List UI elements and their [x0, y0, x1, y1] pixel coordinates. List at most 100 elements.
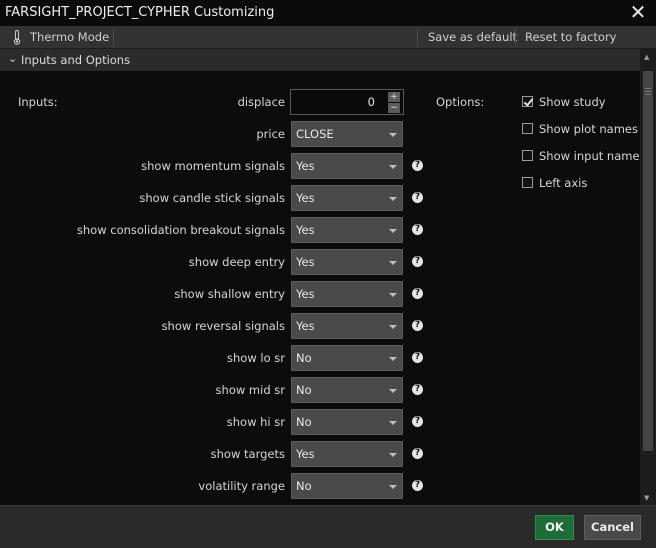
- dropdown-value: Yes: [296, 447, 315, 461]
- show-consolidation-breakout-signals-dropdown[interactable]: Yes: [291, 217, 403, 243]
- option-label: Show study: [539, 95, 606, 109]
- input-row-show-targets: show targets Yes?: [0, 441, 430, 467]
- option-label: Left axis: [539, 176, 588, 190]
- input-label: show reversal signals: [161, 319, 285, 333]
- show-reversal-signals-dropdown[interactable]: Yes: [291, 313, 403, 339]
- title-bar: FARSIGHT_PROJECT_CYPHER Customizing ✕: [0, 0, 656, 26]
- dropdown-caret-icon: [389, 293, 397, 297]
- input-label: volatility range: [198, 479, 285, 493]
- dropdown-value: Yes: [296, 191, 315, 205]
- help-icon[interactable]: ?: [412, 416, 423, 427]
- toolbar: Thermo Mode Save as default Reset to fac…: [0, 26, 656, 67]
- save-as-default-button[interactable]: Save as default: [428, 26, 517, 49]
- help-icon[interactable]: ?: [412, 480, 423, 491]
- grip-line: [645, 88, 651, 89]
- dropdown-value: Yes: [296, 255, 315, 269]
- inputs-and-options-header[interactable]: ⌄ Inputs and Options: [0, 49, 640, 71]
- help-icon[interactable]: ?: [412, 320, 423, 331]
- dropdown-caret-icon: [389, 357, 397, 361]
- window-title: FARSIGHT_PROJECT_CYPHER Customizing: [5, 5, 275, 20]
- input-label: show lo sr: [227, 351, 285, 365]
- scrollbar-thumb[interactable]: [643, 71, 653, 451]
- show-hi-sr-dropdown[interactable]: No: [291, 409, 403, 435]
- input-row-volatility-range: volatility range No?: [0, 473, 430, 499]
- thermometer-icon[interactable]: [12, 30, 22, 45]
- show-input-names-checkbox[interactable]: [522, 150, 533, 161]
- input-row-show-shallow-entry: show shallow entry Yes?: [0, 281, 430, 307]
- input-row-show-deep-entry: show deep entry Yes?: [0, 249, 430, 275]
- input-label: show targets: [210, 447, 285, 461]
- help-icon[interactable]: ?: [412, 256, 423, 267]
- input-row-displace: displace 0 + −: [0, 89, 430, 115]
- input-row-show-momentum-signals: show momentum signals Yes?: [0, 153, 430, 179]
- show-shallow-entry-dropdown[interactable]: Yes: [291, 281, 403, 307]
- volatility-range-dropdown[interactable]: No: [291, 473, 403, 499]
- grip-line: [645, 91, 651, 92]
- show-mid-sr-dropdown[interactable]: No: [291, 377, 403, 403]
- input-row-show-candle-stick-signals: show candle stick signals Yes?: [0, 185, 430, 211]
- dropdown-value: CLOSE: [296, 127, 334, 141]
- input-label: show momentum signals: [141, 159, 285, 173]
- dropdown-caret-icon: [389, 389, 397, 393]
- dropdown-caret-icon: [389, 261, 397, 265]
- dropdown-value: Yes: [296, 223, 315, 237]
- show-plot-names-checkbox[interactable]: [522, 123, 533, 134]
- show-targets-dropdown[interactable]: Yes: [291, 441, 403, 467]
- reset-to-factory-default-button[interactable]: Reset to factory default: [525, 26, 656, 67]
- dropdown-caret-icon: [389, 165, 397, 169]
- toolbar-divider: [515, 28, 516, 47]
- help-icon[interactable]: ?: [412, 352, 423, 363]
- input-label: show consolidation breakout signals: [76, 223, 285, 237]
- scroll-down-arrow-icon[interactable]: ▼: [644, 494, 649, 502]
- increment-button[interactable]: +: [388, 92, 400, 102]
- dropdown-value: Yes: [296, 287, 315, 301]
- show-candle-stick-signals-dropdown[interactable]: Yes: [291, 185, 403, 211]
- dropdown-caret-icon: [389, 325, 397, 329]
- help-icon[interactable]: ?: [412, 192, 423, 203]
- input-label: show deep entry: [188, 255, 285, 269]
- input-label: price: [256, 127, 285, 141]
- show-study-checkbox[interactable]: [522, 96, 533, 107]
- thermo-mode-button[interactable]: Thermo Mode: [30, 26, 109, 49]
- displace-stepper[interactable]: 0 + −: [290, 89, 404, 115]
- dropdown-value: No: [296, 479, 312, 493]
- ok-button[interactable]: OK: [535, 515, 574, 540]
- help-icon[interactable]: ?: [412, 224, 423, 235]
- dropdown-value: Yes: [296, 319, 315, 333]
- input-row-show-hi-sr: show hi sr No?: [0, 409, 430, 435]
- show-lo-sr-dropdown[interactable]: No: [291, 345, 403, 371]
- input-row-show-lo-sr: show lo sr No?: [0, 345, 430, 371]
- chevron-down-icon: ⌄: [8, 52, 18, 65]
- decrement-button[interactable]: −: [388, 103, 400, 113]
- left-axis-checkbox[interactable]: [522, 177, 533, 188]
- option-label: Show plot names: [539, 122, 638, 136]
- input-label: displace: [237, 95, 285, 109]
- input-row-show-consolidation-breakout-signals: show consolidation breakout signals Yes?: [0, 217, 430, 243]
- show-deep-entry-dropdown[interactable]: Yes: [291, 249, 403, 275]
- input-label: show candle stick signals: [139, 191, 285, 205]
- help-icon[interactable]: ?: [412, 160, 423, 171]
- help-icon[interactable]: ?: [412, 384, 423, 395]
- vertical-scrollbar[interactable]: ▲ ▼: [640, 49, 656, 505]
- displace-value[interactable]: 0: [368, 95, 375, 109]
- options-label: Options:: [436, 95, 485, 109]
- dropdown-caret-icon: [389, 421, 397, 425]
- dropdown-value: No: [296, 383, 312, 397]
- help-icon[interactable]: ?: [412, 448, 423, 459]
- dropdown-value: No: [296, 351, 312, 365]
- dropdown-caret-icon: [389, 197, 397, 201]
- scroll-up-arrow-icon[interactable]: ▲: [644, 53, 649, 61]
- help-icon[interactable]: ?: [412, 288, 423, 299]
- dropdown-caret-icon: [389, 229, 397, 233]
- dialog-footer: OK Cancel: [0, 505, 656, 548]
- toolbar-divider: [113, 28, 114, 47]
- price-dropdown[interactable]: CLOSE: [291, 121, 403, 147]
- dropdown-caret-icon: [389, 133, 397, 137]
- grip-line: [645, 94, 651, 95]
- show-momentum-signals-dropdown[interactable]: Yes: [291, 153, 403, 179]
- dropdown-value: No: [296, 415, 312, 429]
- cancel-button[interactable]: Cancel: [584, 515, 641, 540]
- close-icon[interactable]: ✕: [628, 2, 648, 22]
- dropdown-caret-icon: [389, 485, 397, 489]
- toolbar-divider: [417, 28, 418, 47]
